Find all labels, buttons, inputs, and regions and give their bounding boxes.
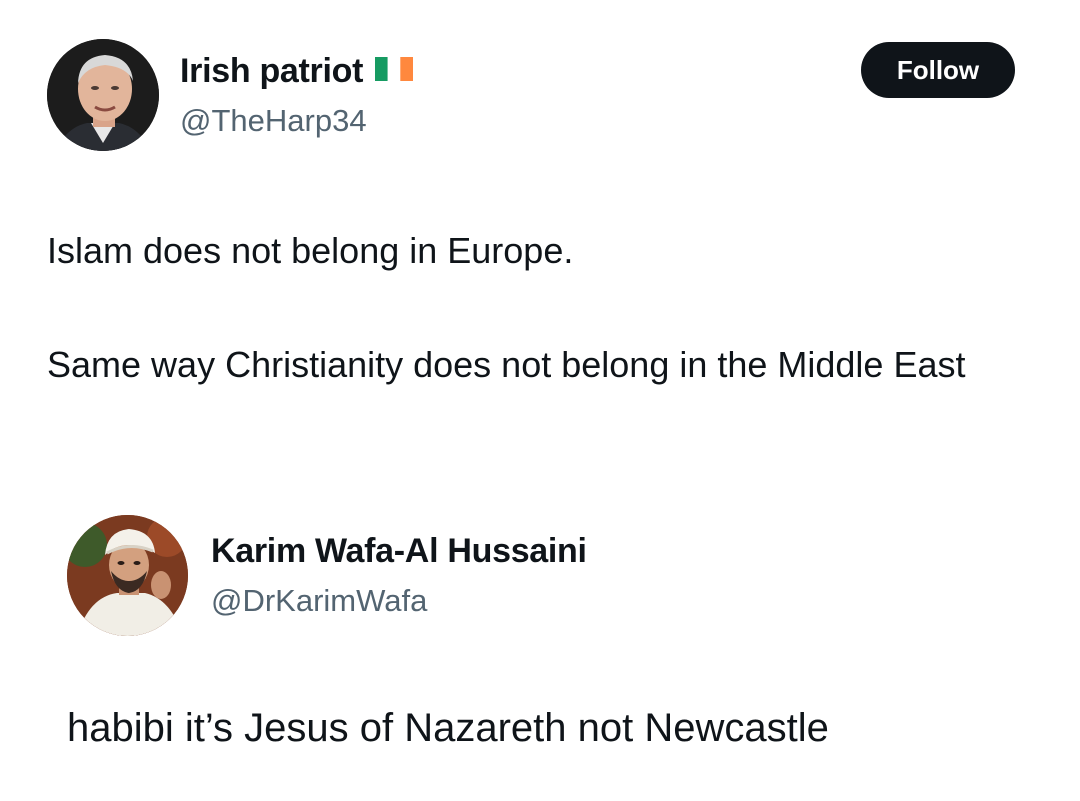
tweet-paragraph: Islam does not belong in Europe. bbox=[47, 230, 574, 271]
author-handle[interactable]: @TheHarp34 bbox=[180, 103, 367, 139]
author-name[interactable]: Irish patriot bbox=[180, 51, 414, 91]
avatar-photo-icon bbox=[47, 39, 159, 151]
author-avatar[interactable] bbox=[47, 39, 159, 151]
tweet: Irish patriot @TheHarp34 Follow Islam do… bbox=[0, 0, 1080, 470]
follow-button[interactable]: Follow bbox=[861, 42, 1015, 98]
reply-text: habibi it’s Jesus of Nazareth not Newcas… bbox=[67, 706, 829, 750]
avatar-photo-icon bbox=[67, 515, 188, 636]
ireland-flag-icon bbox=[375, 51, 414, 90]
author-display-name: Irish patriot bbox=[180, 52, 364, 90]
reply-author-handle[interactable]: @DrKarimWafa bbox=[211, 583, 427, 619]
reply-author-name[interactable]: Karim Wafa-Al Hussaini bbox=[211, 532, 587, 571]
reply-author-avatar[interactable] bbox=[67, 515, 188, 636]
tweet-paragraph: Same way Christianity does not belong in… bbox=[47, 344, 966, 385]
tweet-text: Islam does not belong in Europe. Same wa… bbox=[47, 222, 1027, 393]
